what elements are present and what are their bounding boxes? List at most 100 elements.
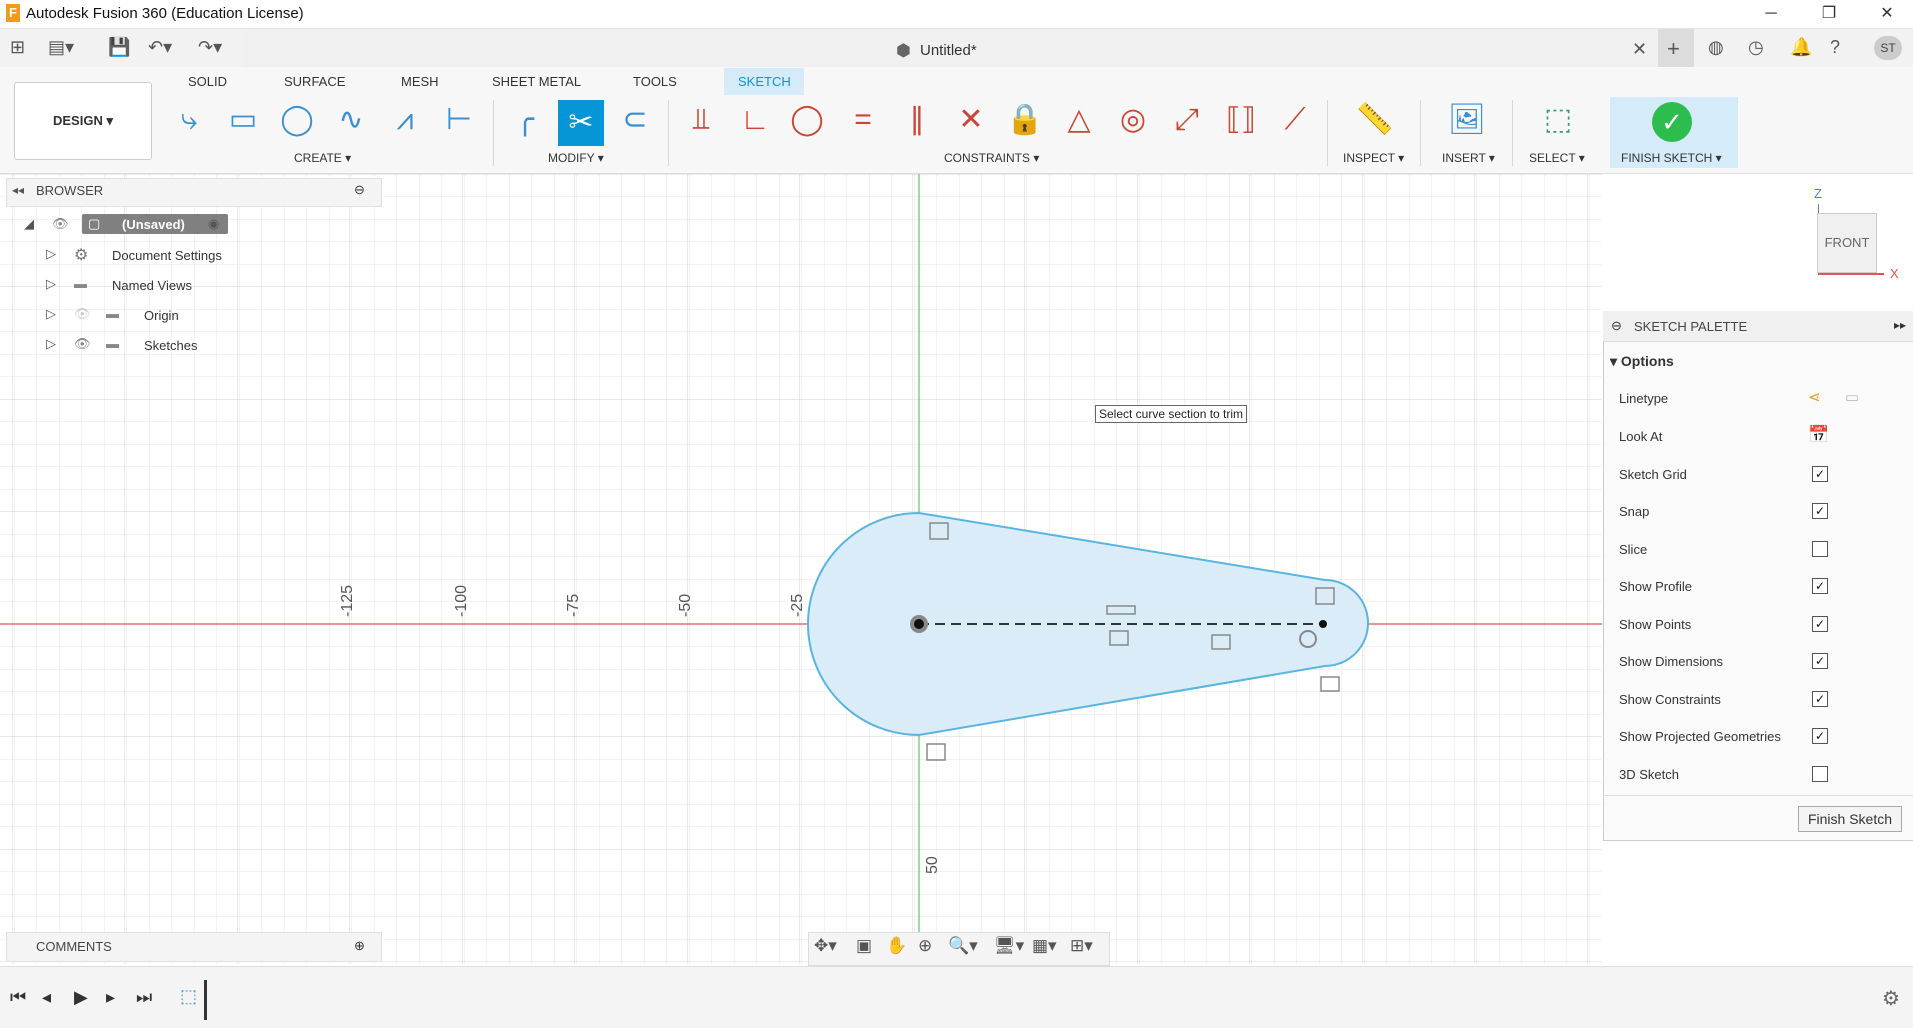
file-menu-icon[interactable]: ▤▾ (48, 37, 74, 58)
symmetry-icon[interactable]: ⟦⟧ (1220, 99, 1262, 141)
expand-icon[interactable]: ▷ (46, 306, 56, 322)
activate-radio-icon[interactable]: ◉ (208, 216, 219, 232)
origin-point[interactable] (914, 619, 924, 629)
add-comment-icon[interactable]: ⊕ (354, 938, 365, 954)
save-icon[interactable]: 💾 (108, 37, 130, 58)
timeline-settings-gear-icon[interactable]: ⚙ (1882, 986, 1900, 1011)
timeline-sketch-icon[interactable]: ⬚ (180, 986, 197, 1007)
display-settings-icon[interactable]: 🖥▾ (994, 936, 1024, 956)
tree-item-sketches[interactable]: ▷ 👁 ▬ Sketches (46, 333, 246, 359)
tab-sheet-metal[interactable]: SHEET METAL (492, 74, 581, 89)
workspace-switcher[interactable]: DESIGN ▾ (14, 82, 152, 160)
go-to-end-icon[interactable]: ⏭ (136, 987, 152, 1008)
select-icon[interactable]: ⬚ (1537, 99, 1579, 141)
expand-root-icon[interactable]: ◢ (24, 216, 34, 232)
tree-item-document-settings[interactable]: ▷ ⚙ Document Settings (46, 243, 246, 269)
snap-checkbox[interactable]: ✓ (1812, 503, 1828, 519)
expand-icon[interactable]: ▷ (46, 276, 56, 292)
insert-menu[interactable]: INSERT ▾ (1442, 151, 1495, 165)
finish-sketch-menu[interactable]: FINISH SKETCH ▾ (1621, 151, 1722, 165)
concentric-icon[interactable]: ◎ (1112, 99, 1154, 141)
viewports-icon[interactable]: ⊞▾ (1070, 936, 1093, 956)
show-projected-geometries-checkbox[interactable]: ✓ (1812, 728, 1828, 744)
tab-surface[interactable]: SURFACE (284, 74, 345, 89)
visibility-eye-icon[interactable]: 👁 (52, 216, 69, 232)
curvature-icon[interactable]: ⟋ (1274, 99, 1316, 141)
select-menu[interactable]: SELECT ▾ (1529, 151, 1585, 165)
hidden-eye-icon[interactable]: 👁 (74, 306, 91, 322)
fillet-tool-icon[interactable]: ╭ (504, 99, 546, 141)
notifications-icon[interactable]: 🔔 (1790, 37, 1812, 58)
visibility-eye-icon[interactable]: 👁 (74, 336, 91, 352)
expand-icon[interactable]: ▷ (46, 336, 56, 352)
look-at-nav-icon[interactable]: ▣ (856, 936, 872, 956)
inspect-menu[interactable]: INSPECT ▾ (1343, 151, 1404, 165)
palette-minimize-icon[interactable]: ⊖ (1611, 318, 1622, 334)
tree-item-named-views[interactable]: ▷ ▬ Named Views (46, 273, 246, 299)
perpendicular-icon[interactable]: ✕ (950, 99, 992, 141)
slice-checkbox[interactable] (1812, 541, 1828, 557)
line-tool-icon[interactable]: ⤷ (168, 99, 210, 141)
circle-tool-icon[interactable]: ◯ (276, 99, 318, 141)
tree-item-origin[interactable]: ▷ 👁 ▬ Origin (46, 303, 246, 329)
show-constraints-checkbox[interactable]: ✓ (1812, 691, 1828, 707)
extensions-icon[interactable]: ◍ (1708, 37, 1724, 58)
collapse-browser-icon[interactable]: ◂◂ (12, 183, 24, 197)
show-points-checkbox[interactable]: ✓ (1812, 616, 1828, 632)
pan-icon[interactable]: ✋ (886, 936, 907, 956)
finish-sketch-check-icon[interactable]: ✓ (1652, 102, 1692, 142)
mirror-tool-icon[interactable]: ⩘ (384, 99, 426, 141)
sketch-grid-checkbox[interactable]: ✓ (1812, 466, 1828, 482)
restore-button[interactable]: ❐ (1800, 0, 1858, 28)
go-to-start-icon[interactable]: ⏮ (10, 987, 26, 1008)
browser-minimize-icon[interactable]: ⊖ (354, 182, 365, 198)
trim-tool-icon[interactable]: ✂ (558, 100, 604, 146)
view-cube[interactable]: FRONT (1817, 213, 1877, 273)
tab-mesh[interactable]: MESH (401, 74, 439, 89)
coincident-constraint-icon[interactable]: ⫫ (680, 99, 722, 141)
tab-tools[interactable]: TOOLS (633, 74, 677, 89)
grid-settings-icon[interactable]: ▦▾ (1032, 936, 1057, 956)
create-menu[interactable]: CREATE ▾ (294, 151, 351, 165)
linetype-construction-icon[interactable]: ⋖ (1808, 388, 1821, 406)
show-dimensions-checkbox[interactable]: ✓ (1812, 653, 1828, 669)
finish-sketch-button[interactable]: Finish Sketch (1798, 806, 1902, 832)
palette-expand-icon[interactable]: ▸▸ (1894, 318, 1906, 332)
close-tab-icon[interactable]: ✕ (1632, 39, 1647, 60)
options-section[interactable]: ▾ Options (1610, 353, 1674, 370)
constraints-menu[interactable]: CONSTRAINTS ▾ (944, 151, 1039, 165)
minimize-button[interactable]: ─ (1742, 0, 1800, 28)
spline-tool-icon[interactable]: ∿ (330, 99, 372, 141)
linetype-centerline-icon[interactable]: ▭ (1845, 388, 1859, 406)
user-avatar[interactable]: ST (1874, 36, 1902, 60)
fix-unfix-icon[interactable]: 🔒 (1004, 99, 1046, 141)
rectangle-tool-icon[interactable]: ▭ (222, 99, 264, 141)
zoom-icon[interactable]: ⊕ (918, 936, 932, 956)
play-icon[interactable]: ▶ (74, 987, 88, 1008)
tab-solid[interactable]: SOLID (188, 74, 227, 89)
offset-tool-icon[interactable]: ⊂ (614, 99, 656, 141)
midpoint-icon[interactable]: △ (1058, 99, 1100, 141)
tree-root[interactable]: ◢ 👁 ▢ (Unsaved) ◉ (24, 213, 234, 239)
collinear-icon[interactable]: ⤢ (1166, 99, 1208, 141)
measure-icon[interactable]: 📏 (1354, 99, 1396, 141)
3d-sketch-checkbox[interactable] (1812, 766, 1828, 782)
timeline-marker[interactable] (204, 980, 207, 1020)
show-profile-checkbox[interactable]: ✓ (1812, 578, 1828, 594)
close-window-button[interactable]: ✕ (1858, 0, 1913, 28)
help-icon[interactable]: ? (1830, 37, 1840, 58)
undo-icon[interactable]: ↶▾ (148, 37, 172, 58)
modify-menu[interactable]: MODIFY ▾ (548, 151, 604, 165)
step-forward-icon[interactable]: ▸ (106, 987, 115, 1008)
dimension-tool-icon[interactable]: ⊢ (438, 99, 480, 141)
tangent-icon[interactable]: ◯ (786, 99, 828, 141)
redo-icon[interactable]: ↷▾ (198, 37, 222, 58)
look-at-icon[interactable]: 📅 (1808, 425, 1829, 445)
tab-sketch[interactable]: SKETCH (738, 74, 791, 89)
equal-icon[interactable]: = (842, 99, 884, 141)
step-back-icon[interactable]: ◂ (42, 987, 51, 1008)
job-status-icon[interactable]: ◷ (1748, 37, 1764, 58)
horizontal-vertical-icon[interactable]: ∟ (734, 99, 776, 141)
data-panel-icon[interactable]: ⊞ (10, 37, 25, 58)
fit-icon[interactable]: 🔍▾ (948, 936, 978, 956)
